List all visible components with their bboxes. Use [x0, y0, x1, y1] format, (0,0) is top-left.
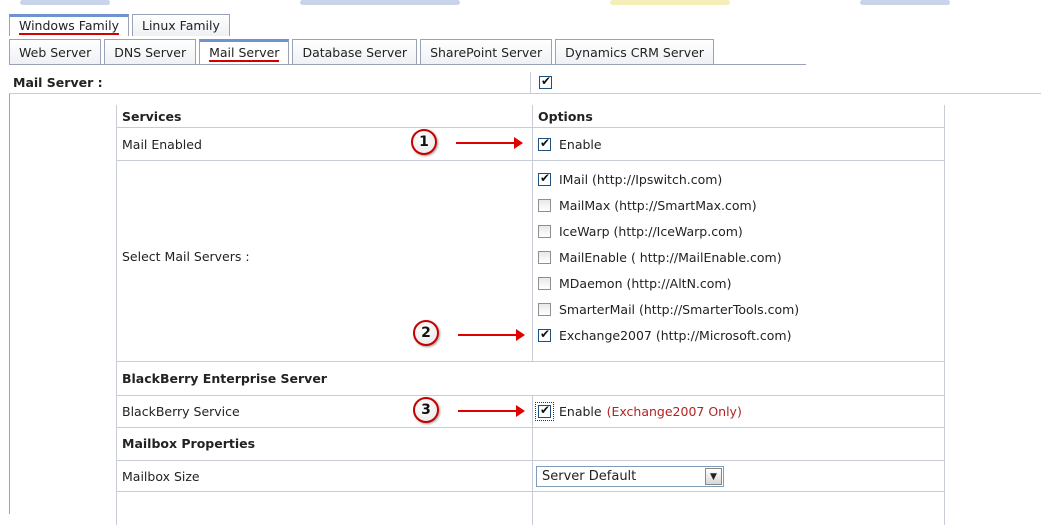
table-header-row: Services Options — [117, 105, 944, 127]
chevron-down-icon[interactable]: ▼ — [705, 468, 722, 485]
annotation-badge-3: 3 — [413, 397, 439, 423]
tab-database-server[interactable]: Database Server — [292, 39, 418, 65]
check-icon: ✔ — [540, 403, 551, 417]
check-icon: ✔ — [540, 136, 551, 150]
decor-blob — [300, 0, 460, 5]
tab-label: Mail Server — [209, 45, 280, 62]
mail-settings-table: Services Options Mail Enabled ✔ Enable S… — [116, 105, 945, 525]
left-border — [9, 94, 10, 514]
bes-section-title: BlackBerry Enterprise Server — [122, 371, 327, 386]
server-option-mailenable[interactable]: MailEnable ( http://MailEnable.com) — [538, 250, 782, 265]
icewarp-checkbox[interactable] — [538, 225, 551, 238]
blackberry-enable-label: Enable — [559, 404, 602, 419]
annotation-number: 1 — [419, 134, 429, 150]
tab-label: SharePoint Server — [430, 45, 543, 60]
mail-enabled-option-label: Enable — [559, 137, 602, 152]
server-option-imail[interactable]: ✔ IMail (http://Ipswitch.com) — [538, 171, 723, 187]
server-option-label: MailEnable ( http://MailEnable.com) — [559, 250, 782, 265]
tab-dns-server[interactable]: DNS Server — [104, 39, 197, 65]
annotation-arrow-2 — [458, 329, 525, 341]
server-option-exchange2007[interactable]: ✔ Exchange2007 (http://Microsoft.com) — [538, 327, 792, 343]
mailenable-checkbox[interactable] — [538, 251, 551, 264]
tab-label: DNS Server — [114, 45, 187, 60]
mail-enabled-checkbox[interactable]: ✔ — [538, 136, 551, 151]
blackberry-enable-checkbox[interactable]: ✔ — [535, 402, 554, 421]
tab-linux-family[interactable]: Linux Family — [132, 14, 230, 36]
server-option-mdaemon[interactable]: MDaemon (http://AltN.com) — [538, 276, 731, 291]
table-row-mail-enabled: Mail Enabled ✔ Enable — [117, 127, 944, 160]
annotation-number: 3 — [421, 402, 431, 418]
blackberry-service-label: BlackBerry Service — [122, 404, 240, 419]
tab-label: Dynamics CRM Server — [565, 45, 704, 60]
tab-label: Web Server — [19, 45, 92, 60]
server-option-mailmax[interactable]: MailMax (http://SmartMax.com) — [538, 198, 757, 213]
annotation-badge-2: 2 — [413, 320, 439, 346]
server-option-label: MailMax (http://SmartMax.com) — [559, 198, 757, 213]
tab-mail-server[interactable]: Mail Server — [199, 39, 290, 65]
os-family-tabs: Windows Family Linux Family — [9, 14, 233, 36]
annotation-arrow-3 — [458, 405, 525, 417]
mailbox-section-title: Mailbox Properties — [122, 436, 256, 451]
tab-label: Windows Family — [19, 18, 119, 35]
table-row-select-mail-servers: Select Mail Servers : ✔ IMail (http://Ip… — [117, 160, 944, 361]
mail-enabled-label: Mail Enabled — [122, 137, 202, 152]
server-option-label: MDaemon (http://AltN.com) — [559, 276, 732, 291]
table-row — [117, 491, 944, 525]
mailbox-size-label: Mailbox Size — [122, 469, 200, 484]
mail-server-label: Mail Server : — [13, 75, 103, 90]
check-icon: ✔ — [541, 74, 552, 88]
server-option-label: IceWarp (http://IceWarp.com) — [559, 224, 743, 239]
imail-checkbox[interactable]: ✔ — [538, 171, 551, 186]
smartermail-checkbox[interactable] — [538, 303, 551, 316]
check-icon: ✔ — [540, 327, 551, 341]
tab-label: Database Server — [302, 45, 408, 60]
mailmax-checkbox[interactable] — [538, 199, 551, 212]
tab-label: Linux Family — [142, 18, 220, 33]
server-option-smartermail[interactable]: SmarterMail (http://SmarterTools.com) — [538, 302, 799, 317]
tab-web-server[interactable]: Web Server — [9, 39, 102, 65]
header-options: Options — [538, 109, 593, 124]
mdaemon-checkbox[interactable] — [538, 277, 551, 290]
tab-sharepoint-server[interactable]: SharePoint Server — [420, 39, 553, 65]
annotation-badge-1: 1 — [411, 129, 437, 155]
tab-divider — [9, 64, 806, 65]
table-row-mailbox-size: Mailbox Size Server Default ▼ — [117, 460, 944, 491]
mail-server-checkbox[interactable]: ✔ — [539, 74, 552, 89]
header-services: Services — [122, 109, 182, 124]
decor-blob — [20, 0, 110, 5]
select-mail-servers-label: Select Mail Servers : — [122, 249, 250, 264]
decor-blob — [610, 0, 730, 5]
tab-dynamics-crm-server[interactable]: Dynamics CRM Server — [555, 39, 714, 65]
divider — [530, 72, 531, 94]
table-row-bes-header: BlackBerry Enterprise Server — [117, 361, 944, 395]
annotation-number: 2 — [421, 325, 431, 341]
server-option-icewarp[interactable]: IceWarp (http://IceWarp.com) — [538, 224, 743, 239]
table-row-blackberry-service: BlackBerry Service ✔ Enable (Exchange200… — [117, 395, 944, 427]
mailbox-size-value: Server Default — [542, 469, 637, 484]
decor-blob — [860, 0, 950, 5]
table-row-mailbox-header: Mailbox Properties — [117, 427, 944, 460]
server-option-label: SmarterMail (http://SmarterTools.com) — [559, 302, 800, 317]
annotation-arrow-1 — [456, 137, 523, 149]
mailbox-size-select[interactable]: Server Default ▼ — [536, 466, 724, 487]
exchange-only-note: (Exchange2007 Only) — [606, 404, 742, 419]
mail-server-row: Mail Server : ✔ — [9, 72, 1041, 94]
check-icon: ✔ — [540, 171, 551, 185]
server-option-label: IMail (http://Ipswitch.com) — [559, 172, 723, 187]
top-decoration — [0, 0, 1041, 6]
server-type-tabs: Web Server DNS Server Mail Server Databa… — [9, 38, 717, 65]
server-option-label: Exchange2007 (http://Microsoft.com) — [559, 328, 792, 343]
tab-windows-family[interactable]: Windows Family — [9, 14, 129, 36]
exchange2007-checkbox[interactable]: ✔ — [538, 327, 551, 342]
